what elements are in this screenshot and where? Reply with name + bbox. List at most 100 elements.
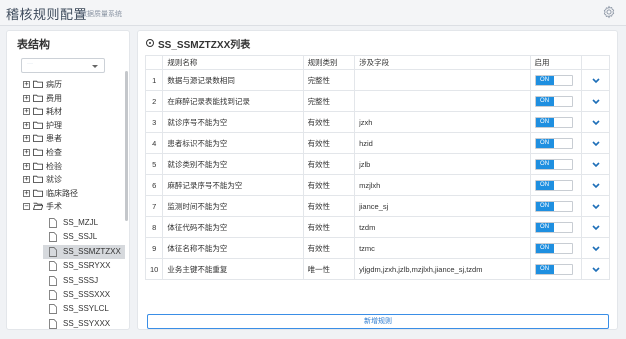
enable-toggle[interactable]: ON — [534, 200, 573, 212]
expand-icon[interactable]: + — [23, 81, 30, 88]
action-cell — [581, 153, 610, 175]
gear-icon[interactable] — [602, 5, 616, 19]
chevron-down-icon[interactable] — [592, 266, 600, 273]
header-type: 规则类别 — [302, 55, 356, 70]
rule-type: 有效性 — [302, 153, 356, 175]
tree-folder[interactable]: + 护理 — [7, 119, 125, 132]
row-index: 9 — [144, 237, 164, 259]
tree-folder[interactable]: + 就诊 — [7, 173, 125, 186]
tree-folder-label: 患者 — [46, 134, 62, 144]
chevron-down-icon — [92, 65, 98, 68]
rule-name: 监测时间不能为空 — [162, 195, 304, 217]
tree-folder[interactable]: + 临床路径 — [7, 187, 125, 200]
rule-name: 体征代码不能为空 — [162, 216, 304, 238]
database-select[interactable]: ··· — [21, 58, 105, 73]
collapse-icon[interactable]: − — [23, 203, 30, 211]
tree-folder[interactable]: + 检查 — [7, 146, 125, 159]
enable-toggle[interactable]: ON — [534, 221, 573, 233]
tree-leaf[interactable]: SS_SSSJ — [43, 274, 125, 288]
expand-icon[interactable]: + — [23, 189, 30, 197]
tree-leaf-label: SS_SSJL — [63, 232, 98, 242]
chevron-down-icon[interactable] — [592, 119, 600, 126]
tree-folder[interactable]: + 患者 — [7, 132, 125, 145]
tree-folder-label: 临床路径 — [46, 188, 78, 198]
tree-leaf[interactable]: SS_SSYXXX — [43, 317, 125, 329]
tree-leaf[interactable]: SS_SSJL — [43, 230, 125, 244]
header-field: 涉及字段 — [354, 55, 531, 70]
chevron-down-icon[interactable] — [592, 161, 600, 168]
rule-name: 麻醉记录序号不能为空 — [162, 174, 304, 196]
table-row: 6 麻醉记录序号不能为空 有效性 mzjlxh ON — [144, 174, 610, 196]
row-index: 6 — [144, 174, 164, 196]
rule-type: 有效性 — [302, 111, 356, 133]
enable-toggle[interactable]: ON — [534, 137, 573, 149]
tree-folder-label: 耗材 — [46, 107, 62, 117]
toggle-on-label: ON — [535, 180, 554, 190]
enable-toggle[interactable]: ON — [534, 74, 573, 86]
action-cell — [581, 132, 610, 154]
rule-type: 完整性 — [302, 69, 356, 91]
tree-leaf-label: SS_SSYXXX — [63, 318, 111, 328]
chevron-down-icon[interactable] — [592, 77, 600, 84]
enable-toggle[interactable]: ON — [534, 158, 573, 170]
toggle-on-label: ON — [535, 117, 554, 127]
app-header: 稽核规则配置 数据质量系统 — [0, 0, 626, 26]
tree-folder[interactable]: + 检验 — [7, 160, 125, 173]
chevron-down-icon[interactable] — [592, 203, 600, 210]
tree-leaf[interactable]: SS_SSRYXX — [43, 259, 125, 273]
table-row: 9 体征名称不能为空 有效性 tzmc ON — [144, 237, 610, 259]
expand-icon[interactable]: + — [23, 135, 30, 143]
enabled-cell: ON — [529, 69, 583, 91]
expand-icon[interactable]: + — [23, 94, 30, 102]
chevron-down-icon[interactable] — [592, 140, 600, 147]
tree-folder[interactable]: + 费用 — [7, 92, 125, 105]
enable-toggle[interactable]: ON — [534, 95, 573, 107]
enable-toggle[interactable]: ON — [534, 263, 573, 275]
tree-folder[interactable]: + 病历 — [7, 78, 125, 91]
add-rule-button[interactable]: 新增规则 — [147, 314, 609, 329]
enabled-cell: ON — [529, 237, 583, 259]
folder-icon — [33, 134, 43, 143]
tree-folder-label: 费用 — [46, 93, 62, 103]
table-structure-panel: 表结构 ··· + 病历 + 费用 + 耗材 + 护理 + 患者 + 检查 + 检验 + 就诊 + 临床路径 − 手术… — [6, 30, 130, 330]
tree-leaf-label: SS_SSSXXX — [63, 290, 111, 299]
enabled-cell: ON — [529, 174, 583, 196]
expand-icon[interactable]: + — [23, 108, 30, 116]
tree-leaf[interactable]: SS_SSSXXX — [43, 288, 125, 302]
rule-field: jiance_sj — [354, 195, 531, 217]
tree-leaf-label: SS_SSMZTZXX — [63, 246, 121, 256]
chevron-down-icon[interactable] — [592, 224, 600, 231]
enable-toggle[interactable]: ON — [534, 179, 573, 191]
chevron-down-icon[interactable] — [592, 182, 600, 189]
folder-icon — [33, 189, 43, 197]
tree-folder-label: 病历 — [46, 80, 62, 89]
row-index: 2 — [144, 90, 164, 112]
tree-folder[interactable]: − 手术 — [7, 200, 125, 213]
rule-name: 患者标识不能为空 — [162, 132, 304, 154]
chevron-down-icon[interactable] — [592, 98, 600, 105]
action-cell — [581, 195, 610, 217]
panel-title: 表结构 — [17, 39, 50, 51]
tree-leaf[interactable]: SS_MZJL — [43, 216, 125, 230]
file-icon — [49, 290, 57, 300]
tree-leaf[interactable]: SS_SSMZTZXX — [43, 244, 125, 259]
tree-folder-label: 检查 — [46, 148, 62, 157]
expand-icon[interactable]: + — [23, 149, 30, 156]
expand-icon[interactable]: + — [23, 162, 30, 170]
expand-icon[interactable]: + — [23, 121, 30, 129]
tree-leaf[interactable]: SS_SSYLCL — [43, 302, 125, 316]
header-action — [581, 55, 610, 70]
expand-icon[interactable]: + — [23, 176, 30, 184]
enabled-cell: ON — [529, 132, 583, 154]
file-icon — [49, 232, 57, 243]
action-cell — [581, 69, 610, 91]
rule-name: 业务主键不能重复 — [162, 258, 304, 280]
file-icon — [49, 304, 57, 315]
vertical-scrollbar[interactable] — [125, 71, 128, 221]
file-icon — [49, 246, 57, 257]
enable-toggle[interactable]: ON — [534, 116, 573, 128]
folder-open-icon — [32, 202, 44, 211]
chevron-down-icon[interactable] — [592, 245, 600, 252]
enable-toggle[interactable]: ON — [534, 242, 573, 254]
tree-folder[interactable]: + 耗材 — [7, 105, 125, 118]
